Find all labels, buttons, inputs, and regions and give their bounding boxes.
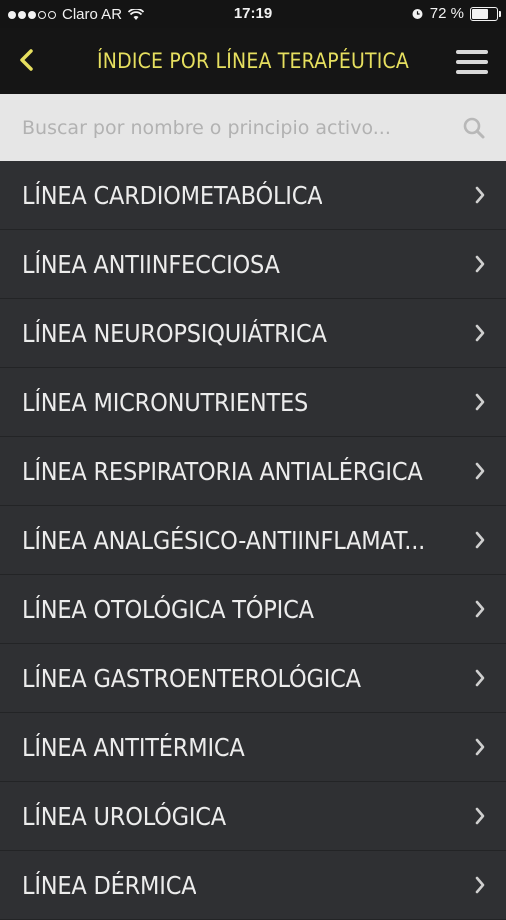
chevron-right-icon — [475, 669, 485, 687]
chevron-right-icon — [475, 738, 485, 756]
chevron-right-icon — [475, 462, 485, 480]
status-right: 72 % — [411, 5, 501, 22]
chevron-right-icon — [475, 324, 485, 342]
list-item[interactable]: LÍNEA ANALGÉSICO-ANTIINFLAMAT... — [0, 506, 506, 575]
list-item[interactable]: LÍNEA CARDIOMETABÓLICA — [0, 161, 506, 230]
chevron-left-icon[interactable] — [16, 48, 38, 72]
list-item-label: LÍNEA ANTITÉRMICA — [22, 732, 245, 762]
list-item[interactable]: LÍNEA DÉRMICA — [0, 851, 506, 920]
search-input[interactable] — [0, 94, 462, 161]
battery-icon — [470, 6, 501, 21]
chevron-right-icon — [475, 255, 485, 273]
list-item[interactable]: LÍNEA ANTIINFECCIOSA — [0, 230, 506, 299]
list-item-label: LÍNEA ANALGÉSICO-ANTIINFLAMAT... — [22, 525, 426, 555]
list-item-label: LÍNEA DÉRMICA — [22, 870, 197, 900]
list-item[interactable]: LÍNEA OTOLÓGICA TÓPICA — [0, 575, 506, 644]
list-item-label: LÍNEA UROLÓGICA — [22, 801, 226, 831]
battery-percentage: 72 % — [429, 5, 464, 22]
list-item-label: LÍNEA NEUROPSIQUIÁTRICA — [22, 318, 327, 348]
list-item[interactable]: LÍNEA GASTROENTEROLÓGICA — [0, 644, 506, 713]
alarm-clock-icon — [412, 9, 423, 19]
list-item[interactable]: LÍNEA RESPIRATORIA ANTIALÉRGICA — [0, 437, 506, 506]
chevron-right-icon — [475, 876, 485, 894]
status-bar: Claro AR 17:19 72 % — [0, 0, 506, 28]
list-item[interactable]: LÍNEA UROLÓGICA — [0, 782, 506, 851]
page-title: ÍNDICE POR LÍNEA TERAPÉUTICA — [96, 49, 410, 73]
battery-fill — [472, 8, 488, 19]
chevron-right-icon — [475, 186, 485, 204]
chevron-right-icon — [475, 600, 485, 618]
hamburger-menu-icon[interactable] — [456, 50, 488, 74]
navigation-bar: ÍNDICE POR LÍNEA TERAPÉUTICA — [0, 28, 506, 94]
search-icon[interactable] — [462, 116, 486, 140]
chevron-right-icon — [475, 393, 485, 411]
list-item-label: LÍNEA OTOLÓGICA TÓPICA — [22, 594, 314, 624]
list-item-label: LÍNEA GASTROENTEROLÓGICA — [22, 663, 361, 693]
list-item[interactable]: LÍNEA NEUROPSIQUIÁTRICA — [0, 299, 506, 368]
chevron-right-icon — [475, 531, 485, 549]
list-item-label: LÍNEA CARDIOMETABÓLICA — [22, 180, 323, 210]
chevron-right-icon — [475, 807, 485, 825]
list-item-label: LÍNEA ANTIINFECCIOSA — [22, 249, 280, 279]
list-item-label: LÍNEA RESPIRATORIA ANTIALÉRGICA — [22, 456, 423, 486]
list-item[interactable]: LÍNEA ANTITÉRMICA — [0, 713, 506, 782]
list-item[interactable]: LÍNEA MICRONUTRIENTES — [0, 368, 506, 437]
search-bar — [0, 94, 506, 161]
therapeutic-line-list: LÍNEA CARDIOMETABÓLICA LÍNEA ANTIINFECCI… — [0, 161, 506, 920]
list-item-label: LÍNEA MICRONUTRIENTES — [22, 387, 309, 417]
